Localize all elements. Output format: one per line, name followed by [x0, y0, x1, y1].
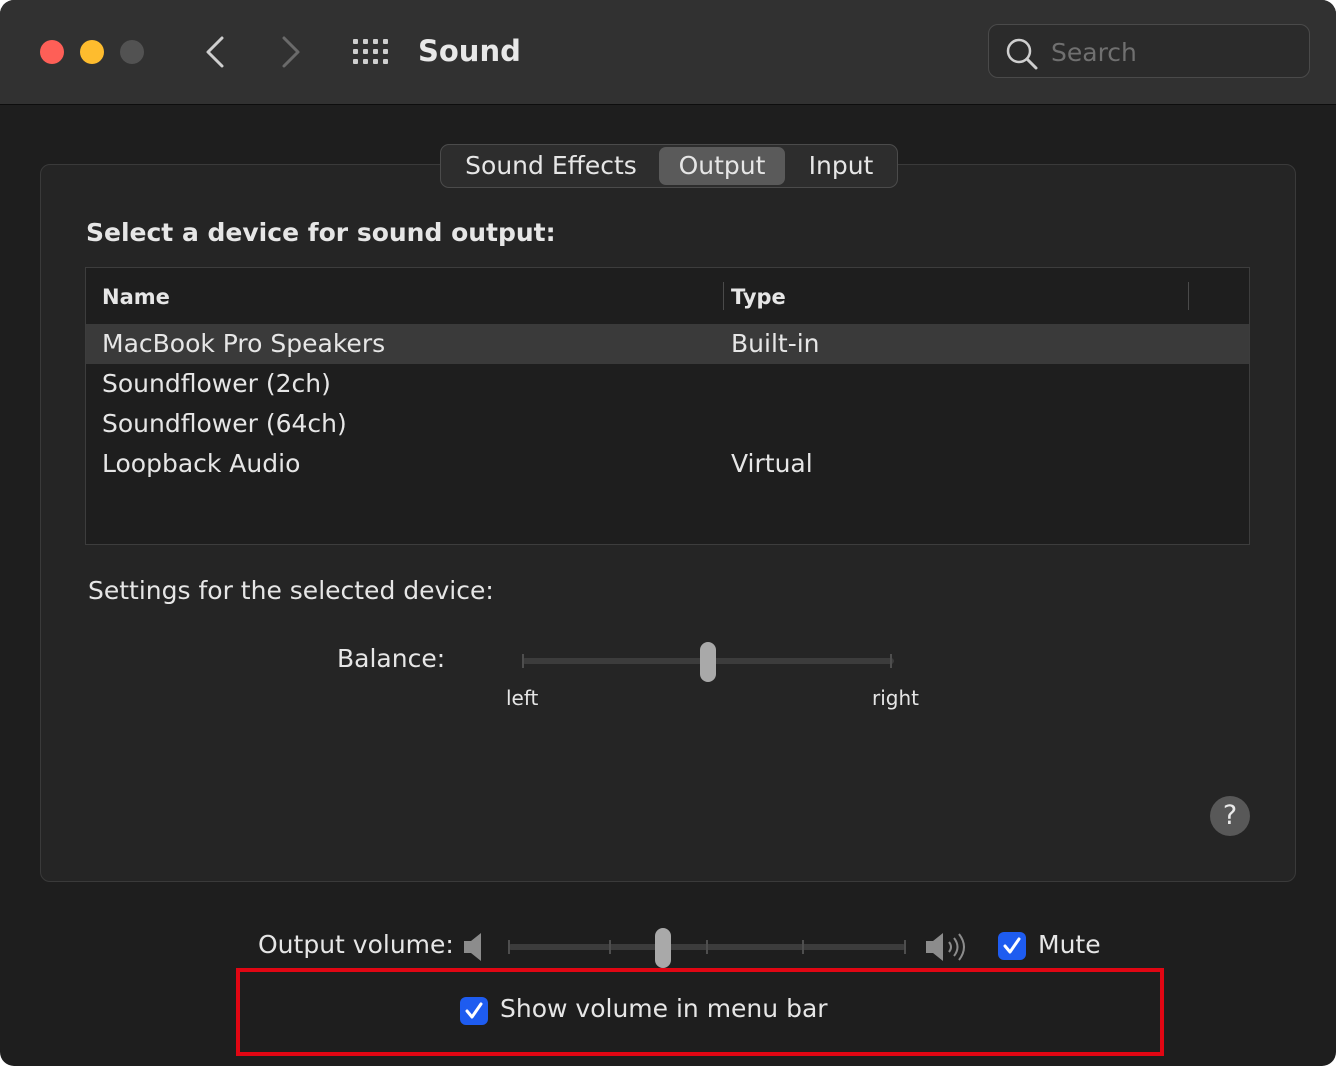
balance-left-label: left: [506, 686, 539, 710]
output-volume-label: Output volume:: [258, 930, 454, 959]
tab-output[interactable]: Output: [659, 147, 785, 185]
volume-slider-tick: [802, 940, 804, 954]
table-row[interactable]: MacBook Pro Speakers Built-in: [86, 324, 1249, 364]
output-device-table[interactable]: Name Type MacBook Pro Speakers Built-in …: [85, 267, 1250, 545]
volume-slider-knob[interactable]: [655, 928, 672, 968]
volume-slider-tick: [508, 940, 510, 954]
chevron-right-icon: [282, 36, 300, 68]
table-row[interactable]: Soundflower (64ch): [86, 404, 1249, 444]
mute-label[interactable]: Mute: [1038, 930, 1101, 959]
checkmark-icon: [465, 1002, 483, 1019]
speaker-high-icon: [926, 933, 965, 961]
close-button[interactable]: [40, 40, 64, 64]
volume-slider-tick: [609, 940, 611, 954]
volume-slider-tick: [706, 940, 708, 954]
show-volume-label[interactable]: Show volume in menu bar: [500, 994, 828, 1023]
chevron-left-icon: [206, 36, 224, 68]
speaker-low-icon: [464, 933, 481, 961]
device-name: Soundflower (2ch): [102, 369, 331, 398]
volume-slider-tick: [904, 940, 906, 954]
device-type: Built-in: [731, 329, 820, 358]
titlebar: Sound: [0, 0, 1336, 105]
tab-input[interactable]: Input: [791, 147, 891, 185]
window-title: Sound: [418, 34, 521, 68]
device-name: Soundflower (64ch): [102, 409, 347, 438]
sound-preferences-window: Sound Sound Effects Output Input Select …: [0, 0, 1336, 1066]
device-name: MacBook Pro Speakers: [102, 329, 386, 358]
search-field[interactable]: [988, 24, 1310, 78]
show-all-button[interactable]: [352, 38, 390, 66]
table-row[interactable]: Soundflower (2ch): [86, 364, 1249, 404]
help-button[interactable]: ?: [1210, 796, 1250, 836]
section-title: Select a device for sound output:: [86, 218, 556, 247]
column-header-type[interactable]: Type: [731, 282, 786, 312]
device-type: Virtual: [731, 449, 813, 478]
balance-right-label: right: [872, 686, 919, 710]
zoom-button[interactable]: [120, 40, 144, 64]
balance-slider-tick: [522, 654, 524, 668]
tab-sound-effects[interactable]: Sound Effects: [449, 147, 653, 185]
show-volume-checkbox[interactable]: [460, 997, 488, 1025]
checkmark-icon: [1003, 937, 1021, 954]
forward-button[interactable]: [270, 30, 310, 74]
balance-slider-knob[interactable]: [700, 642, 716, 682]
column-divider: [1188, 282, 1189, 310]
column-divider: [723, 282, 724, 310]
table-row[interactable]: Loopback Audio Virtual: [86, 444, 1249, 484]
settings-label: Settings for the selected device:: [88, 576, 494, 605]
tab-bar: Sound Effects Output Input: [440, 144, 898, 188]
column-header-name[interactable]: Name: [102, 282, 170, 312]
minimize-button[interactable]: [80, 40, 104, 64]
balance-slider-tick: [890, 654, 892, 668]
grid-icon: [353, 39, 388, 64]
mute-checkbox[interactable]: [998, 932, 1026, 960]
device-name: Loopback Audio: [102, 449, 301, 478]
search-icon: [1006, 38, 1038, 70]
search-input[interactable]: [1049, 33, 1293, 71]
balance-label: Balance:: [337, 644, 446, 673]
back-button[interactable]: [196, 30, 236, 74]
